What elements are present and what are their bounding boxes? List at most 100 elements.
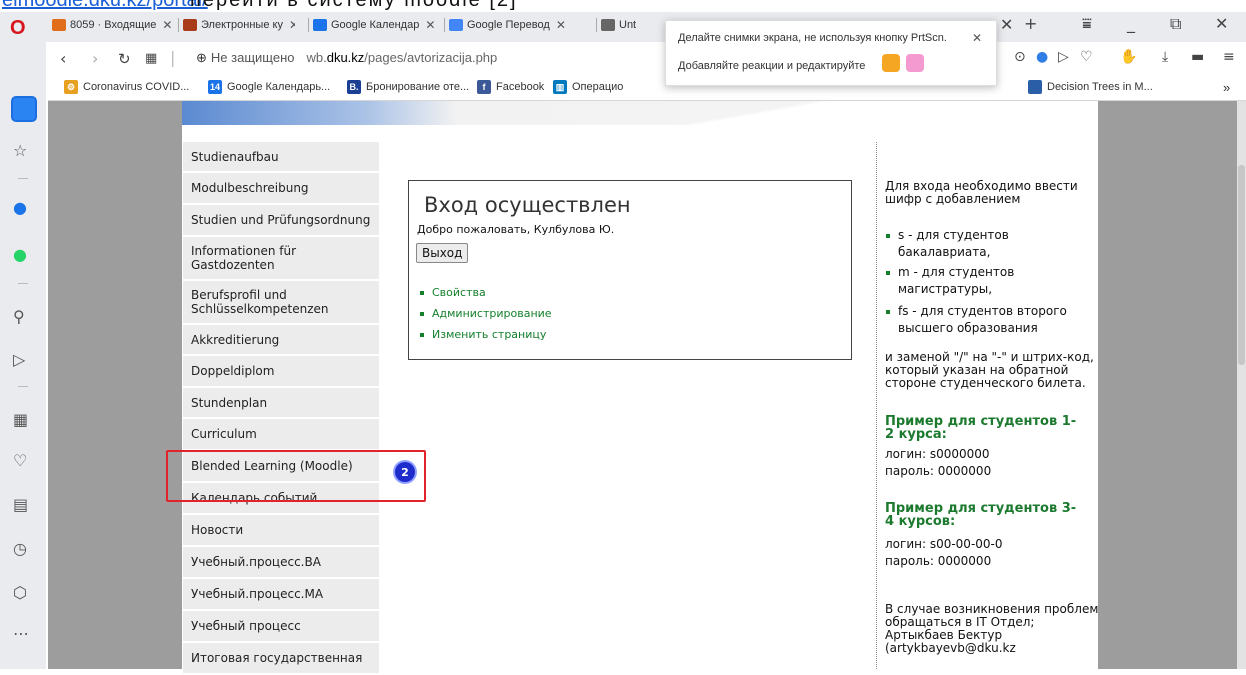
tab-menu-icon[interactable]: ⩸ [1082, 14, 1092, 34]
scrollbar-thumb[interactable] [1238, 165, 1245, 365]
logout-button[interactable]: Выход [416, 243, 469, 263]
close-icon[interactable]: ✕ [556, 18, 566, 32]
menu-item[interactable]: Curriculum [183, 419, 379, 451]
menu-item[interactable]: Учебный.процесс.MA [183, 579, 379, 611]
tab-untitled[interactable]: Unt [601, 13, 661, 37]
bookmark-google-calendar[interactable]: 14 Google Календарь... [208, 80, 330, 94]
more-bookmarks-icon[interactable]: » [1223, 80, 1230, 95]
bookmark-label: Google Календарь... [227, 81, 331, 93]
welcome-text: Добро пожаловать, Кулбулова Ю. [417, 223, 615, 236]
example-1-title: Пример для студентов 1-2 курса: [885, 414, 1077, 442]
minimize-icon[interactable]: _ [1127, 14, 1135, 33]
coronavirus-icon: ⚙ [64, 80, 78, 94]
close-icon[interactable]: ✕ [162, 18, 172, 32]
easy-setup-icon[interactable]: ≡ [1223, 49, 1235, 65]
menu-item[interactable]: Modulbeschreibung [183, 173, 379, 205]
forward-icon[interactable]: › [92, 49, 98, 68]
tab-label: Электронные ку [201, 19, 283, 31]
menu-item[interactable]: Учебный процесс [183, 611, 379, 643]
bookmark-label: Facebook [496, 81, 545, 93]
extensions-icon[interactable]: ⬡ [13, 583, 27, 602]
example-2-password: пароль: 0000000 [885, 554, 992, 568]
menu-item[interactable]: Учебный.процесс.BA [183, 547, 379, 579]
history-icon[interactable]: ◷ [13, 539, 27, 558]
cat-emoji-icon [906, 54, 924, 72]
messenger-icon[interactable]: ● [13, 198, 27, 217]
whatsapp-icon[interactable]: ● [13, 245, 27, 264]
menu-item[interactable]: Studien und Prüfungsordnung [183, 205, 379, 237]
url-prefix: wb. [306, 50, 327, 65]
separator: | [170, 48, 176, 67]
star-icon[interactable]: ☆ [13, 141, 27, 160]
menu-item[interactable]: Informationen für Gastdozenten [183, 237, 379, 281]
tab-google-calendar[interactable]: Google Календар ✕ [313, 13, 438, 37]
snapshot-icon[interactable]: ⊙ [1014, 49, 1026, 65]
url-path: /pages/avtorizacija.php [364, 50, 498, 65]
mail-icon [52, 19, 66, 31]
search-icon[interactable]: ⚲ [13, 307, 25, 326]
menu-item[interactable]: Studienaufbau [183, 142, 379, 173]
example-1-login: логин: s0000000 [885, 447, 990, 461]
opera-logo-icon[interactable]: O [10, 17, 26, 40]
tab-mail[interactable]: 8059 · Входящие ✕ [52, 13, 172, 37]
player-icon[interactable]: ▷ [13, 350, 25, 369]
back-icon[interactable]: ‹ [60, 49, 66, 68]
tab-close-icon[interactable]: ✕ [1000, 15, 1013, 34]
link-label: Свойства [432, 286, 486, 299]
extension-icon[interactable]: ✋ [1120, 49, 1137, 65]
snapshot-tooltip: Делайте снимки экрана, не используя кноп… [665, 20, 997, 86]
vpn-shield-icon[interactable]: ● [1036, 49, 1048, 65]
replace-note: и заменой "/" на "-" и штрих-код, которы… [885, 350, 1094, 390]
menu-item[interactable]: Berufsprofil und Schlüsselkompetenzen [183, 281, 379, 325]
reload-icon[interactable]: ↻ [118, 50, 131, 68]
bookmark-trello[interactable]: ▥ Операцио [553, 80, 623, 94]
info-item-text: fs - для студентов второго высшего образ… [898, 304, 1067, 335]
properties-link[interactable]: Свойства [420, 282, 552, 303]
info-item: fs - для студентов второго высшего образ… [886, 303, 1096, 337]
moodle-portal-link[interactable]: elmoodle.dku.kz/portal/ [2, 0, 208, 12]
close-icon[interactable]: ✕ [425, 18, 435, 32]
bookmark-coronavirus[interactable]: ⚙ Coronavirus COVID... [64, 80, 189, 94]
maximize-icon[interactable]: ⧉ [1170, 14, 1181, 34]
news-icon[interactable]: ▤ [13, 495, 28, 514]
heart-icon[interactable]: ♡ [13, 451, 27, 470]
bookmark-label: Decision Trees in M... [1047, 81, 1153, 93]
home-icon[interactable] [11, 96, 37, 122]
side-menu: Studienaufbau Modulbeschreibung Studien … [183, 142, 379, 675]
tab-google-translate[interactable]: Google Перевод ✕ [449, 13, 594, 37]
bookmark-booking[interactable]: B. Бронирование оте... [347, 80, 469, 94]
example-1-password: пароль: 0000000 [885, 464, 992, 478]
window-close-icon[interactable]: ✕ [1215, 14, 1228, 33]
new-tab-icon[interactable]: + [1024, 14, 1037, 33]
menu-item[interactable]: Doppeldiplom [183, 356, 379, 388]
bookmark-facebook[interactable]: f Facebook [477, 80, 544, 94]
courses-icon [183, 19, 197, 31]
menu-item[interactable]: Итоговая государственная [183, 643, 379, 675]
close-icon[interactable]: ✕ [289, 18, 295, 32]
tab-label: Google Календар [331, 19, 420, 31]
administration-link[interactable]: Администрирование [420, 303, 552, 324]
url-field[interactable]: ⊕ Не защищено wb.dku.kz/pages/avtorizacija… [196, 50, 497, 66]
menu-item[interactable]: Stundenplan [183, 388, 379, 419]
bookmark-decision-trees[interactable]: Decision Trees in M... [1028, 80, 1153, 94]
heart-icon[interactable]: ♡ [1080, 49, 1093, 65]
menu-item[interactable]: Akkreditierung [183, 325, 379, 356]
example-2-login: логин: s00-00-00-0 [885, 537, 1003, 551]
smile-emoji-icon [882, 54, 900, 72]
speed-dial-icon[interactable]: ▦ [13, 410, 28, 429]
battery-icon[interactable]: ▬ [1191, 49, 1204, 65]
info-divider [876, 142, 877, 669]
download-icon[interactable]: ⤓ [1162, 49, 1168, 65]
example-2-title: Пример для студентов 3-4 курсов: [885, 501, 1077, 529]
player-icon[interactable]: ▷ [1058, 49, 1069, 65]
bullet-icon [420, 311, 424, 316]
speed-dial-icon[interactable]: ▦ [145, 51, 157, 66]
more-icon[interactable]: ⋯ [13, 624, 29, 643]
tab-label: Unt [619, 19, 637, 31]
close-icon[interactable]: ✕ [972, 31, 982, 45]
edit-page-link[interactable]: Изменить страницу [420, 324, 552, 345]
menu-item[interactable]: Новости [183, 515, 379, 547]
tab-courses[interactable]: Электронные ку ✕ [183, 13, 295, 37]
moodle-instruction-text: перейти в систему moodle [2] [190, 0, 518, 11]
info-item-text: s - для студентов бакалавриата, [898, 228, 1009, 259]
